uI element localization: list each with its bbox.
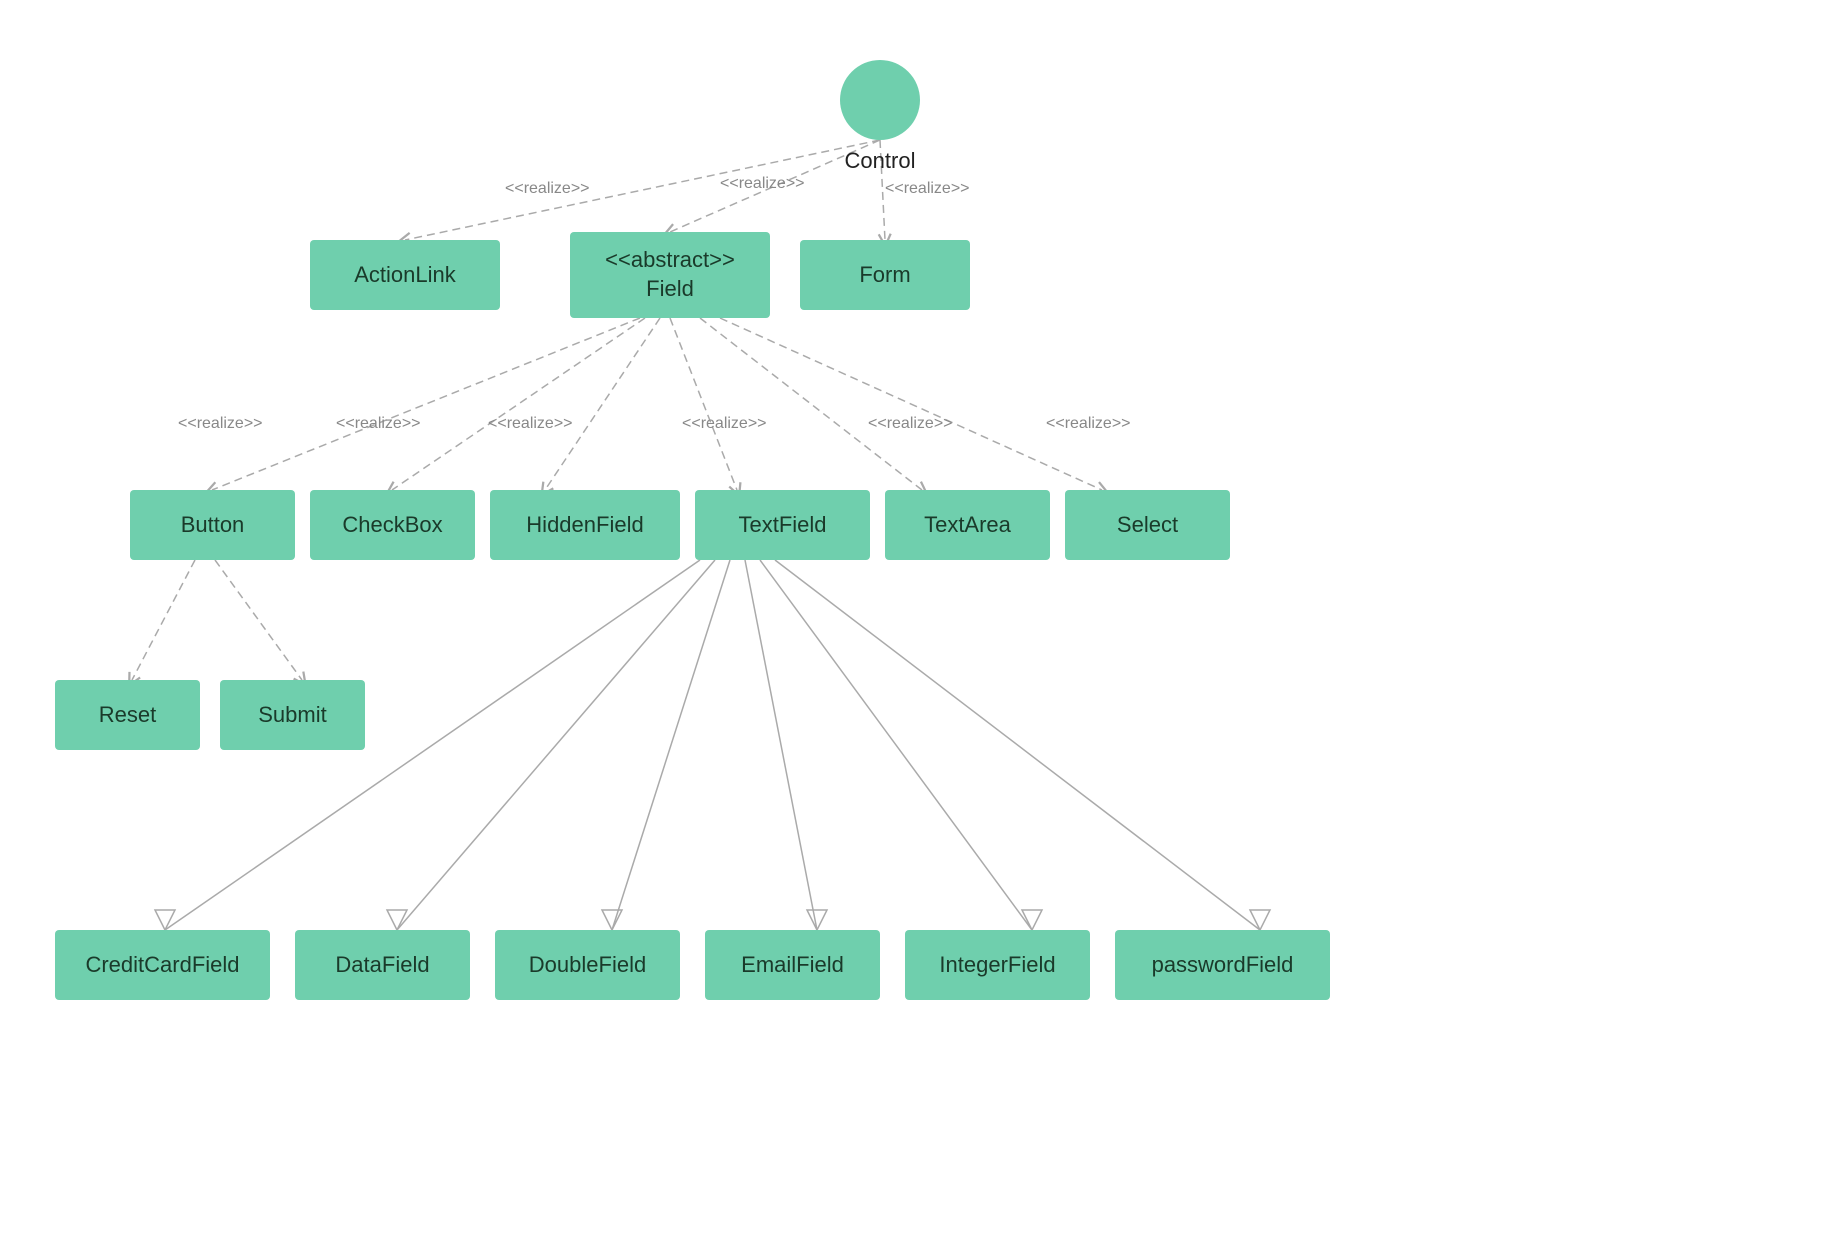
realize-label-8: <<realize>> xyxy=(868,415,953,433)
node-textarea: TextArea xyxy=(885,490,1050,560)
node-select: Select xyxy=(1065,490,1230,560)
node-integerfield: IntegerField xyxy=(905,930,1090,1000)
node-creditcardfield: CreditCardField xyxy=(55,930,270,1000)
realize-label-3: <<realize>> xyxy=(885,180,970,198)
node-control-label: Control xyxy=(830,148,930,174)
node-button: Button xyxy=(130,490,295,560)
realize-label-6: <<realize>> xyxy=(488,415,573,433)
realize-label-7: <<realize>> xyxy=(682,415,767,433)
node-control-circle xyxy=(840,60,920,140)
node-datafield: DataField xyxy=(295,930,470,1000)
node-textfield: TextField xyxy=(695,490,870,560)
node-doublefield: DoubleField xyxy=(495,930,680,1000)
node-form: Form xyxy=(800,240,970,310)
node-hiddenfield: HiddenField xyxy=(490,490,680,560)
node-field: <<abstract>>Field xyxy=(570,232,770,318)
realize-label-1: <<realize>> xyxy=(505,180,590,198)
realize-label-4: <<realize>> xyxy=(178,415,263,433)
node-reset: Reset xyxy=(55,680,200,750)
realize-label-5: <<realize>> xyxy=(336,415,421,433)
node-field-label: <<abstract>>Field xyxy=(605,246,735,303)
realize-label-9: <<realize>> xyxy=(1046,415,1131,433)
diagram-container: Control <<realize>> <<realize>> <<realiz… xyxy=(0,0,1838,1248)
node-checkbox: CheckBox xyxy=(310,490,475,560)
node-passwordfield: passwordField xyxy=(1115,930,1330,1000)
realize-label-2: <<realize>> xyxy=(720,175,805,193)
node-emailfield: EmailField xyxy=(705,930,880,1000)
node-submit: Submit xyxy=(220,680,365,750)
node-actionlink: ActionLink xyxy=(310,240,500,310)
